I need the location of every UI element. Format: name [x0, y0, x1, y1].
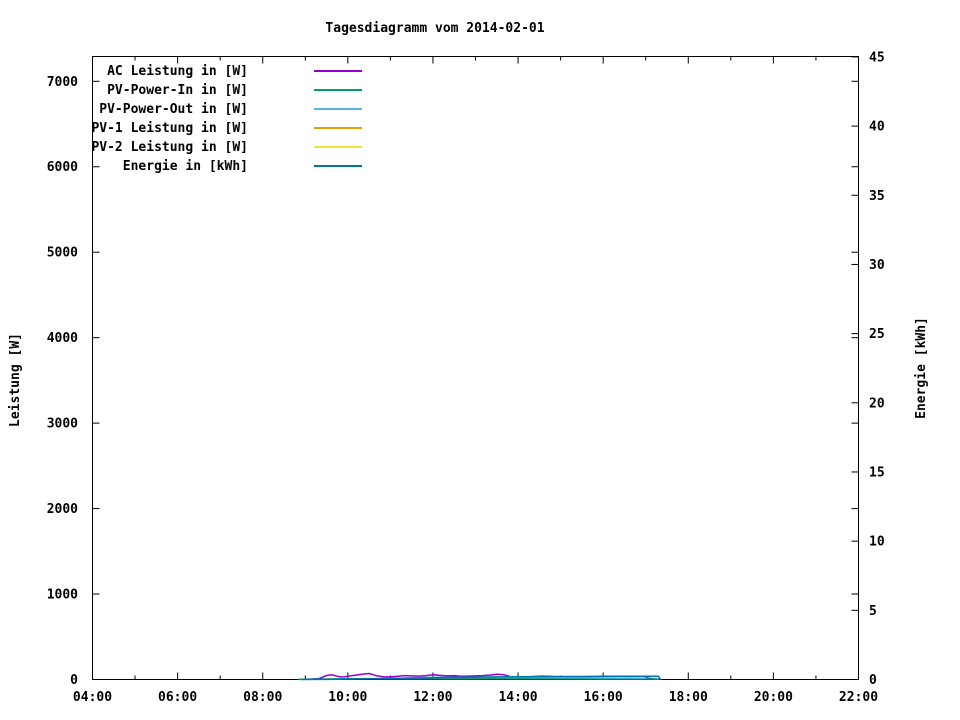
y-right-tick-label: 5 [869, 604, 877, 619]
y-right-tick-label: 20 [869, 396, 885, 411]
x-tick-label: 04:00 [73, 690, 112, 705]
y-left-tick-label: 3000 [47, 417, 78, 432]
y-right-tick-label: 30 [869, 258, 885, 273]
chart-title: Tagesdiagramm vom 2014-02-01 [325, 21, 544, 36]
legend-label: PV-2 Leistung in [W] [91, 140, 248, 155]
plot-area: Tagesdiagramm vom 2014-02-01 Leistung [W… [8, 21, 929, 705]
x-tick-label: 08:00 [243, 690, 282, 705]
y-left-axis-title: Leistung [W] [8, 333, 23, 427]
x-tick-label: 22:00 [839, 690, 878, 705]
x-tick-label: 14:00 [498, 690, 537, 705]
y-right-tick-label: 40 [869, 120, 885, 135]
y-left-tick-label: 5000 [47, 246, 78, 261]
y-right-tick-label: 15 [869, 465, 885, 480]
y-right-tick-label: 45 [869, 50, 885, 65]
y-right-axis-title: Energie [kWh] [914, 317, 929, 419]
x-tick-label: 06:00 [158, 690, 197, 705]
legend-label: AC Leistung in [W] [107, 64, 248, 79]
x-tick-label: 20:00 [754, 690, 793, 705]
x-tick-label: 16:00 [584, 690, 623, 705]
x-tick-label: 12:00 [413, 690, 452, 705]
legend-label: PV-Power-Out in [W] [99, 102, 248, 117]
y-left-tick-label: 2000 [47, 502, 78, 517]
y-left-tick-label: 4000 [47, 331, 78, 346]
generated-chart-content: 04:00 06:00 08:00 10:00 12:00 14:00 16:00 18:00… [47, 50, 885, 705]
y-left-tick-label: 6000 [47, 160, 78, 175]
y-right-tick-label: 0 [869, 673, 877, 688]
y-left-tick-label: 1000 [47, 588, 78, 603]
legend-label: Energie in [kWh] [123, 159, 248, 174]
y-left-tick-label: 0 [70, 673, 78, 688]
chart-canvas: Tagesdiagramm vom 2014-02-01 Leistung [W… [0, 0, 960, 720]
y-left-tick-label: 7000 [47, 75, 78, 90]
y-right-tick-label: 25 [869, 327, 885, 342]
y-right-tick-label: 35 [869, 189, 885, 204]
x-tick-label: 18:00 [669, 690, 708, 705]
legend-label: PV-Power-In in [W] [107, 83, 248, 98]
x-tick-label: 10:00 [328, 690, 367, 705]
y-right-tick-label: 10 [869, 535, 885, 550]
legend-label: PV-1 Leistung in [W] [91, 121, 248, 136]
